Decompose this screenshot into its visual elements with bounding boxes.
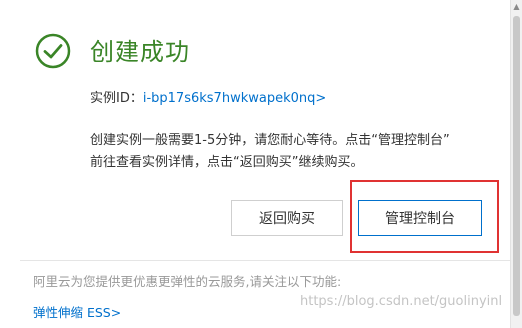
instance-id-row: 实例ID：i-bp17s6ks7hwkwapek0nq> [90, 90, 326, 108]
page-title: 创建成功 [90, 38, 190, 66]
scroll-up-arrow-icon[interactable]: ▲ [511, 0, 522, 14]
ess-link[interactable]: 弹性伸缩 ESS> [33, 304, 121, 322]
back-to-purchase-button[interactable]: 返回购买 [231, 200, 343, 236]
vertical-scrollbar[interactable]: ▲ [510, 0, 522, 328]
red-highlight-box [350, 180, 499, 253]
divider [20, 260, 510, 261]
description-line-1: 创建实例一般需要1-5分钟，请您耐心等待。点击“管理控制台” [90, 133, 450, 148]
instance-id-label: 实例ID： [90, 91, 143, 106]
status-description: 创建实例一般需要1-5分钟，请您耐心等待。点击“管理控制台” 前往查看实例详情，… [90, 130, 500, 174]
scrollbar-thumb[interactable] [513, 16, 520, 316]
promo-text: 阿里云为您提供更优惠更弹性的云服务,请关注以下功能: [33, 274, 342, 289]
watermark: https://blog.csdn.net/guolinyinl [300, 294, 503, 309]
description-line-2: 前往查看实例详情，点击“返回购买”继续购买。 [90, 155, 364, 170]
instance-id-link[interactable]: i-bp17s6ks7hwkwapek0nq> [143, 91, 326, 106]
check-circle-icon [35, 33, 71, 69]
create-success-dialog: 创建成功 实例ID：i-bp17s6ks7hwkwapek0nq> 创建实例一般… [0, 0, 522, 328]
